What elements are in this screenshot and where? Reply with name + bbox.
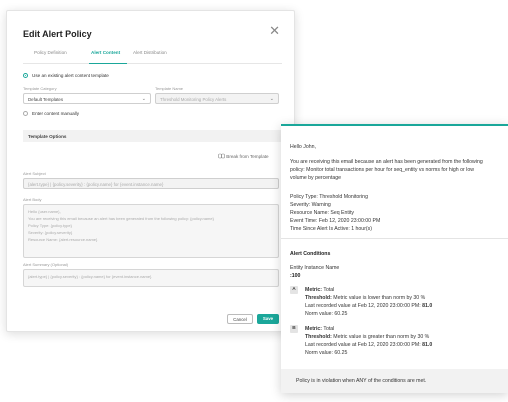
condition-threshold: Threshold: Metric value is greater than … — [305, 334, 429, 340]
threshold-value: Metric value is greater than norm by 30 … — [333, 334, 430, 340]
active-tab-indicator — [89, 62, 127, 64]
metric-key: Metric: — [305, 326, 323, 332]
condition-norm: Norm value: 60.25 — [305, 350, 348, 356]
condition-badge: B — [290, 325, 298, 333]
entity-value: :100 — [290, 273, 301, 279]
divider — [281, 238, 508, 239]
radio-existing-template[interactable] — [23, 73, 28, 78]
detail-severity: Severity: Warning — [290, 202, 331, 208]
last-value-text: Last recorded value at Feb 12, 2020 23:0… — [305, 342, 421, 348]
condition-badge: A — [290, 286, 298, 294]
last-value: 81.0 — [422, 303, 433, 309]
condition-threshold: Threshold: Metric value is lower than no… — [305, 295, 425, 301]
alert-subject-label: Alert Subject — [23, 171, 46, 176]
detail-event-time: Event Time: Feb 12, 2020 23:00:00 PM — [290, 218, 381, 224]
footer-text: Policy is in violation when ANY of the c… — [296, 378, 427, 384]
cancel-button[interactable]: Cancel — [227, 314, 253, 324]
metric-value: Total — [323, 326, 335, 332]
alert-body-label: Alert Body — [23, 197, 42, 202]
radio-existing-label: Use an existing alert content template — [32, 73, 109, 78]
break-from-template-button[interactable]: Break from Template — [218, 153, 269, 159]
threshold-key: Threshold: — [305, 334, 332, 340]
close-icon[interactable]: ✕ — [269, 24, 280, 37]
modal-title: Edit Alert Policy — [23, 29, 92, 39]
condition-last-value: Last recorded value at Feb 12, 2020 23:0… — [305, 303, 432, 309]
entity-label: Entity Instance Name — [290, 265, 340, 271]
radio-manual-label: Enter content manually — [32, 111, 79, 116]
chevron-down-icon: ⌄ — [141, 96, 146, 102]
detail-time-active: Time Since Alert Is Active: 1 hour(s) — [290, 226, 372, 232]
body-line: Hello {user.name}, — [28, 209, 61, 214]
body-line: Resource Name: {alert.resource.name} — [28, 237, 98, 242]
condition-metric: Metric: Total — [305, 326, 334, 332]
metric-key: Metric: — [305, 287, 323, 293]
body-line: Severity: {policy.severity} — [28, 230, 73, 235]
metric-value: Total — [323, 287, 335, 293]
tab-alert-content[interactable]: Alert Content — [91, 50, 120, 55]
alert-summary-label: Alert Summary (Optional) — [23, 262, 69, 267]
tab-policy-definition[interactable]: Policy Definition — [34, 50, 67, 55]
edit-alert-policy-modal: Edit Alert Policy ✕ Policy Definition Al… — [6, 10, 295, 332]
email-greeting: Hello John, — [290, 144, 316, 150]
alert-summary-textarea[interactable]: {alert.type} | {policy.severity} : {poli… — [23, 269, 279, 287]
detail-resource-name: Resource Name: Seq Entity — [290, 210, 355, 216]
unlink-icon — [218, 153, 225, 159]
email-intro-line: policy: Monitor total transactions per h… — [290, 167, 474, 173]
conditions-title: Alert Conditions — [290, 251, 331, 257]
template-name-label: Template Name — [155, 86, 184, 91]
radio-manual-content[interactable] — [23, 111, 28, 116]
save-button[interactable]: Save — [257, 314, 279, 324]
alert-body-textarea[interactable]: Hello {user.name}, You are receiving this… — [23, 204, 279, 258]
template-category-label: Template Category — [23, 86, 57, 91]
template-category-value: Default Templates — [28, 96, 64, 102]
detail-policy-type: Policy Type: Threshold Monitoring — [290, 194, 368, 200]
email-preview-card: Hello John, You are receiving this email… — [281, 124, 508, 393]
body-line: You are receiving this email because an … — [28, 216, 214, 221]
condition-metric: Metric: Total — [305, 287, 334, 293]
alert-subject-input[interactable]: {alert.type} | {policy.severity} : {poli… — [23, 178, 279, 189]
last-value-text: Last recorded value at Feb 12, 2020 23:0… — [305, 303, 421, 309]
tab-alert-distribution[interactable]: Alert Distribution — [133, 50, 167, 55]
chevron-down-icon: ⌄ — [269, 96, 274, 102]
tab-bar: Policy Definition Alert Content Alert Di… — [23, 47, 282, 64]
template-name-select[interactable]: Threshold Monitoring Policy Alerts ⌄ — [155, 93, 279, 104]
body-line: Policy Type: {policy.type} — [28, 223, 72, 228]
template-options-title: Template Options — [28, 133, 67, 139]
threshold-key: Threshold: — [305, 295, 332, 301]
break-from-template-label: Break from Template — [226, 154, 269, 159]
condition-norm: Norm value: 60.25 — [305, 311, 348, 317]
template-options-header: Template Options — [23, 130, 282, 142]
email-intro-line: volume by percentage — [290, 175, 342, 181]
last-value: 81.0 — [422, 342, 433, 348]
email-intro-line: You are receiving this email because an … — [290, 159, 483, 165]
template-category-select[interactable]: Default Templates ⌄ — [23, 93, 151, 104]
email-footer: Policy is in violation when ANY of the c… — [281, 369, 508, 393]
threshold-value: Metric value is lower than norm by 30 % — [333, 295, 426, 301]
template-name-value: Threshold Monitoring Policy Alerts — [160, 96, 227, 102]
condition-last-value: Last recorded value at Feb 12, 2020 23:0… — [305, 342, 432, 348]
